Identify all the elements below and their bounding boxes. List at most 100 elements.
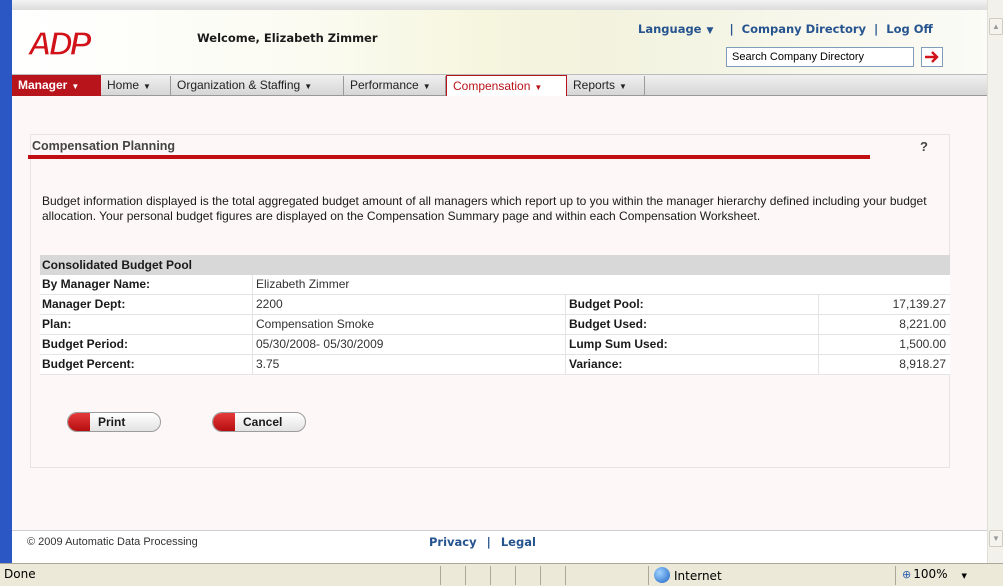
nav-reports[interactable]: Reports ▼ xyxy=(567,76,645,95)
language-label: Language xyxy=(638,22,702,36)
row-value: 2200 xyxy=(256,297,283,311)
chevron-down-icon: ▼ xyxy=(143,82,151,91)
status-divider xyxy=(565,566,566,585)
logo-text: ADP xyxy=(27,27,93,59)
cell-divider xyxy=(252,295,253,314)
nav-compensation-label: Compensation xyxy=(453,79,531,93)
table-row: Budget Percent: 3.75 Variance: 8,918.27 xyxy=(40,355,950,375)
main-nav: Manager ▼ Home ▼ Organization & Staffing ▼ … xyxy=(12,74,987,97)
cell-divider xyxy=(252,335,253,354)
row-label-2: Variance: xyxy=(569,357,623,371)
cell-divider xyxy=(818,355,819,374)
print-button-label: Print xyxy=(98,415,126,429)
nav-home[interactable]: Home ▼ xyxy=(101,76,171,95)
adp-logo: ADP xyxy=(27,27,96,59)
nav-performance-label: Performance xyxy=(350,78,419,92)
nav-manager[interactable]: Manager ▼ xyxy=(12,75,101,96)
cell-divider xyxy=(565,295,566,314)
zoom-label: 100% xyxy=(913,567,948,581)
chevron-down-icon: ▼ xyxy=(422,82,431,91)
table-row: Manager Dept: 2200 Budget Pool: 17,139.2… xyxy=(40,295,950,315)
nav-compensation[interactable]: Compensation ▼ xyxy=(446,75,567,97)
status-text: Done xyxy=(4,567,36,581)
welcome-message: Welcome, Elizabeth Zimmer xyxy=(197,31,378,45)
zoom-control[interactable]: ⊕ 100% ▼ xyxy=(902,567,967,581)
row-label-2: Budget Used: xyxy=(569,317,647,331)
cell-divider xyxy=(252,275,253,294)
arrow-right-icon xyxy=(925,51,939,63)
row-value-2: 8,918.27 xyxy=(899,357,946,371)
row-value: 05/30/2008- 05/30/2009 xyxy=(256,337,384,351)
status-divider xyxy=(648,566,649,585)
help-icon[interactable]: ? xyxy=(920,139,928,154)
browser-viewport: ADP Welcome, Elizabeth Zimmer Language ▼ … xyxy=(12,0,987,563)
row-value: Elizabeth Zimmer xyxy=(256,277,350,291)
globe-icon xyxy=(654,567,670,583)
cell-divider xyxy=(818,335,819,354)
chevron-down-icon: ▼ xyxy=(534,83,543,92)
search-company-directory-input[interactable] xyxy=(726,47,914,67)
cell-divider xyxy=(252,355,253,374)
row-label: Manager Dept: xyxy=(42,297,126,311)
footer-links: Privacy | Legal xyxy=(429,535,536,549)
top-links: Language ▼ | Company Directory | Log Off xyxy=(638,22,933,36)
row-value-2: 8,221.00 xyxy=(899,317,946,331)
chevron-down-icon: ▼ xyxy=(304,82,313,91)
status-divider xyxy=(490,566,491,585)
print-button[interactable]: Print xyxy=(67,412,161,432)
log-off-link[interactable]: Log Off xyxy=(886,22,933,36)
budget-table-header: Consolidated Budget Pool xyxy=(40,255,950,275)
status-divider xyxy=(895,566,896,585)
company-directory-link[interactable]: Company Directory xyxy=(742,22,866,36)
chevron-down-icon: ▼ xyxy=(961,572,967,580)
language-menu[interactable]: Language ▼ xyxy=(638,22,713,36)
intro-text: Budget information displayed is the tota… xyxy=(42,194,927,223)
cell-divider xyxy=(565,335,566,354)
magnifier-icon: ⊕ xyxy=(902,568,912,581)
nav-organization-staffing[interactable]: Organization & Staffing ▼ xyxy=(171,76,344,95)
vertical-scrollbar[interactable]: ▲ ▼ xyxy=(987,0,1003,563)
table-row: By Manager Name: Elizabeth Zimmer xyxy=(40,275,950,295)
budget-table: Consolidated Budget Pool By Manager Name… xyxy=(40,255,950,375)
title-divider xyxy=(28,155,870,159)
row-label: Budget Period: xyxy=(42,337,128,351)
security-zone: Internet xyxy=(654,567,722,583)
page-title: Compensation Planning xyxy=(32,139,176,153)
cancel-button[interactable]: Cancel xyxy=(212,412,306,432)
privacy-link[interactable]: Privacy xyxy=(429,535,477,549)
cell-divider xyxy=(818,315,819,334)
separator: | xyxy=(486,535,491,549)
row-value: Compensation Smoke xyxy=(256,317,375,331)
chevron-down-icon: ▼ xyxy=(71,82,80,91)
cell-divider xyxy=(565,315,566,334)
row-value: 3.75 xyxy=(256,357,280,371)
scroll-up-button[interactable]: ▲ xyxy=(989,18,1003,35)
nav-performance[interactable]: Performance ▼ xyxy=(344,76,446,95)
scroll-down-button[interactable]: ▼ xyxy=(989,530,1003,547)
cell-divider xyxy=(565,355,566,374)
status-divider xyxy=(440,566,441,585)
page-footer: © 2009 Automatic Data Processing Privacy… xyxy=(12,530,987,563)
table-row: Budget Period: 05/30/2008- 05/30/2009 Lu… xyxy=(40,335,950,355)
button-accent xyxy=(213,413,235,431)
chevron-down-icon: ▼ xyxy=(619,82,627,91)
status-divider xyxy=(465,566,466,585)
separator: | xyxy=(721,22,734,36)
row-label: Plan: xyxy=(42,317,72,331)
row-label-2: Lump Sum Used: xyxy=(569,337,668,351)
row-value-2: 17,139.27 xyxy=(892,297,946,311)
row-value-2: 1,500.00 xyxy=(899,337,946,351)
cancel-button-label: Cancel xyxy=(243,415,283,429)
top-strip xyxy=(12,0,987,10)
status-divider xyxy=(540,566,541,585)
status-bar: Done Internet ⊕ 100% ▼ xyxy=(0,563,1003,586)
row-label-2: Budget Pool: xyxy=(569,297,644,311)
button-accent xyxy=(68,413,90,431)
legal-link[interactable]: Legal xyxy=(501,535,536,549)
row-label: Budget Percent: xyxy=(42,357,135,371)
search-go-button[interactable] xyxy=(921,47,943,67)
nav-organization-label: Organization & Staffing xyxy=(177,78,301,92)
cell-divider xyxy=(252,315,253,334)
table-row: Plan: Compensation Smoke Budget Used: 8,… xyxy=(40,315,950,335)
cell-divider xyxy=(818,295,819,314)
